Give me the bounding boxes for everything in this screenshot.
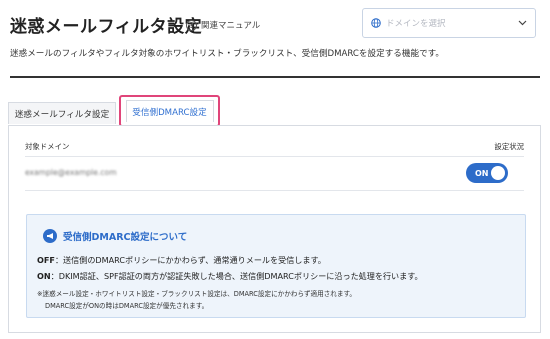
off-text: ：送信側のDMARCポリシーにかかわらず、通常通りメールを受信します。 bbox=[54, 255, 326, 265]
page-title: 迷惑メールフィルタ設定 bbox=[10, 17, 203, 37]
tab-dmarc[interactable]: 受信側DMARC設定 bbox=[125, 100, 214, 122]
header-divider bbox=[10, 76, 540, 78]
help-manual-link[interactable]: ? 関連マニュアル bbox=[186, 19, 260, 31]
tab-spam-filter[interactable]: 迷惑メールフィルタ設定 bbox=[8, 102, 116, 124]
globe-icon bbox=[371, 18, 381, 28]
info-title: 受信側DMARC設定について bbox=[63, 232, 188, 243]
toggle-label: ON bbox=[475, 168, 489, 178]
tab-dmarc-highlight[interactable]: 受信側DMARC設定 bbox=[119, 95, 220, 127]
page-description: 迷惑メールのフィルタやフィルタ対象のホワイトリスト・ブラックリスト、受信側DMA… bbox=[10, 49, 444, 59]
question-icon: ? bbox=[186, 19, 197, 31]
megaphone-icon bbox=[43, 229, 57, 243]
domain-select-placeholder: ドメインを選択 bbox=[386, 19, 446, 29]
chevron-down-icon bbox=[518, 20, 527, 26]
domain-select[interactable]: ドメインを選択 bbox=[362, 8, 536, 38]
table-row-divider bbox=[25, 190, 524, 191]
info-line-off: OFF：送信側のDMARCポリシーにかかわらず、通常通りメールを受信します。 bbox=[37, 255, 326, 266]
info-note-1: ※迷惑メール設定・ホワイトリスト設定・ブラックリスト設定は、DMARC設定にかか… bbox=[37, 290, 356, 298]
help-manual-label: 関連マニュアル bbox=[201, 21, 261, 31]
dmarc-panel: 対象ドメイン 設定状況 example@example.com ON 受信側DM… bbox=[8, 125, 541, 333]
info-line-on: ON：DKIM認証、SPF認証の両方が認証失敗した場合、送信側DMARCポリシー… bbox=[37, 271, 423, 282]
domain-value: example@example.com bbox=[25, 168, 117, 177]
on-text: ：DKIM認証、SPF認証の両方が認証失敗した場合、送信側DMARCポリシーに沿… bbox=[50, 271, 423, 281]
toggle-knob bbox=[491, 166, 505, 180]
dmarc-toggle[interactable]: ON bbox=[466, 163, 508, 183]
column-header-status: 設定状況 bbox=[494, 142, 524, 151]
info-header: 受信側DMARC設定について bbox=[43, 229, 187, 243]
off-key: OFF bbox=[37, 255, 55, 265]
info-note-2: DMARC設定がONの時はDMARC設定が優先されます。 bbox=[45, 302, 209, 310]
on-key: ON bbox=[37, 271, 51, 281]
info-box: 受信側DMARC設定について OFF：送信側のDMARCポリシーにかかわらず、通… bbox=[26, 214, 526, 318]
column-header-domain: 対象ドメイン bbox=[25, 142, 70, 151]
table-divider bbox=[25, 156, 524, 157]
